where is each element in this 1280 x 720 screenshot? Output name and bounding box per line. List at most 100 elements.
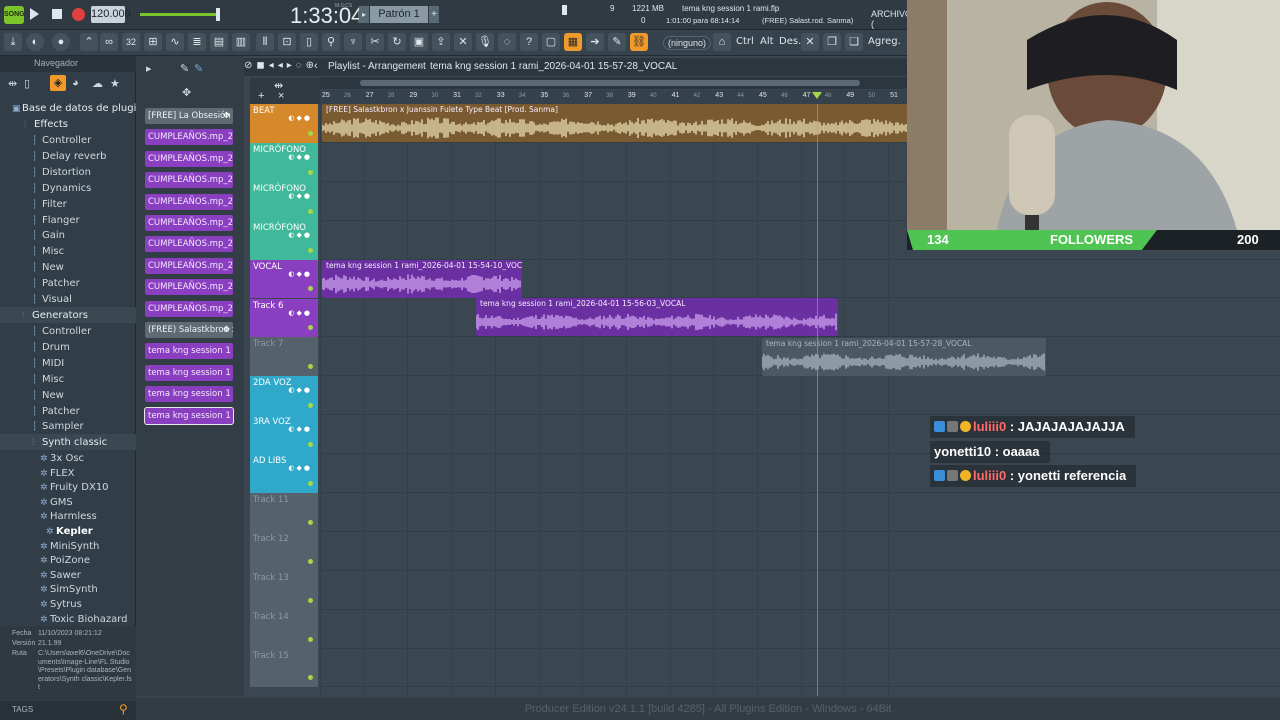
synth-plugin-item[interactable]: ✲ Sawer (40, 568, 81, 583)
generators-folder[interactable]: ⫶ Generators (22, 308, 88, 323)
hat-icon[interactable]: ⌂ (713, 33, 731, 51)
track-active-icon[interactable] (308, 208, 313, 214)
save-icon[interactable]: ▣ (410, 33, 428, 51)
track-header[interactable]: BEAT ◐◆● (250, 104, 318, 143)
track-lane[interactable] (250, 493, 1280, 532)
track-header[interactable]: VOCAL ◐◆● (250, 259, 318, 299)
file-icon[interactable]: ▯ (300, 33, 318, 51)
clip-source-item[interactable]: CUMPLEAÑOS.mp_2026-0.. (145, 129, 233, 146)
vocal-clip-1[interactable]: tema kng session 1 rami_2026-04-01 15-54… (322, 260, 522, 298)
synth-plugin-item[interactable]: ✲ Harmless (40, 509, 97, 524)
generator-category-item[interactable]: ┆ Misc (32, 372, 64, 387)
copy-icon[interactable]: ❐ (823, 33, 841, 51)
file-menu[interactable]: ARCHIVO ( (871, 9, 912, 29)
track-header[interactable]: AD LIBS ◐◆● (250, 454, 318, 493)
track-header[interactable]: Track 14 (250, 609, 318, 649)
track-controls-icon[interactable]: ◐◆● (288, 231, 312, 239)
track-header[interactable]: MICRÓFONO ◐◆● (250, 181, 318, 221)
play-menu-icon[interactable]: ▸ (146, 62, 152, 75)
synth-plugin-item[interactable]: ✲ MiniSynth (40, 539, 99, 554)
effect-category-item[interactable]: ┆ Dynamics (32, 181, 91, 196)
star-icon[interactable]: ★ (110, 77, 120, 90)
track-active-icon[interactable] (308, 480, 313, 486)
track-lane[interactable] (250, 532, 1280, 571)
paste-icon[interactable]: ❏ (845, 33, 863, 51)
plugin-icon[interactable]: ⊡ (278, 33, 296, 51)
synth-plugin-item[interactable]: ✲ Sytrus (40, 597, 82, 612)
track-active-icon[interactable] (308, 675, 313, 681)
synth-plugin-item[interactable]: ✲ FLEX (40, 466, 75, 481)
effect-category-item[interactable]: ┆ New (32, 260, 64, 275)
track-lane[interactable] (250, 610, 1280, 649)
clip-source-item[interactable]: tema kng session 1 rami.. (145, 364, 233, 381)
mixer-icon[interactable]: ⫴ (256, 33, 274, 51)
track-active-icon[interactable] (308, 558, 313, 564)
track-header[interactable]: 2DA VOZ ◐◆● (250, 376, 318, 416)
generator-category-item[interactable]: ┆ Drum (32, 340, 70, 355)
loop-icon[interactable]: ∞ (100, 33, 118, 51)
beat-clip[interactable]: [FREE] Salastkbron x Juanssin Fulete Typ… (322, 104, 910, 142)
synth-classic-folder[interactable]: ⫶ Synth classic (32, 435, 107, 450)
move-handle-icon[interactable]: ✥ (223, 108, 230, 124)
synth-plugin-item[interactable]: ✲ GMS (40, 495, 73, 510)
piano-roll-icon[interactable]: ▤ (210, 33, 228, 51)
mic-icon[interactable]: 🎙 (476, 33, 494, 51)
vocal-clip-2[interactable]: tema kng session 1 rami_2026-04-01 15-56… (476, 298, 838, 336)
arrow-right-icon[interactable]: ➔ (586, 33, 604, 51)
plugin-database[interactable]: ▣Base de datos de plugins (12, 101, 148, 116)
track-active-icon[interactable] (308, 442, 313, 448)
wave-icon[interactable]: ⌃ (80, 33, 98, 51)
effect-category-item[interactable]: ┆ Distortion (32, 165, 91, 180)
effect-category-item[interactable]: ┆ Flanger (32, 213, 80, 228)
browser-icon[interactable]: ⚲ (322, 33, 340, 51)
tools-icon[interactable]: ✕ (454, 33, 472, 51)
track-header[interactable]: Track 12 (250, 531, 318, 571)
track-controls-icon[interactable]: ◐◆● (288, 114, 312, 122)
track-header[interactable]: Track 6 ◐◆● (250, 298, 318, 338)
remove-icon[interactable]: × (278, 90, 284, 102)
generator-category-item[interactable]: ┆ Patcher (32, 404, 80, 419)
refresh-icon[interactable]: ↻ (388, 33, 406, 51)
pattern-prev-icon[interactable]: ▸ (359, 6, 369, 23)
master-volume-slider[interactable] (140, 13, 220, 16)
link-icon[interactable]: ⛓ (630, 33, 648, 51)
help-icon[interactable]: ? (520, 33, 538, 51)
pattern-selector[interactable]: Patrón 1 (370, 6, 428, 23)
synth-plugin-item[interactable]: ✲ Toxic Biohazard (40, 612, 127, 627)
undo-button[interactable]: Des. (779, 36, 801, 47)
track-active-icon[interactable] (308, 130, 313, 136)
track-active-icon[interactable] (308, 636, 313, 642)
playlist-back-icon[interactable]: ‹ (314, 60, 318, 72)
clip-source-item[interactable]: tema kng session 1 rami.. (145, 386, 233, 403)
master-volume-handle[interactable] (216, 8, 220, 21)
track-controls-icon[interactable]: ◐◆● (288, 153, 312, 161)
search-icon[interactable]: ⚲ (119, 702, 128, 716)
track-active-icon[interactable] (308, 286, 313, 292)
track-controls-icon[interactable]: ◐◆● (288, 309, 312, 317)
synth-plugin-item[interactable]: ✲ 3x Osc (40, 451, 84, 466)
alt-button[interactable]: Alt (760, 36, 774, 47)
metronome-icon[interactable]: ◐ (26, 33, 44, 51)
clip-source-item[interactable]: CUMPLEAÑOS.mp_2026-0.. (145, 215, 233, 231)
effect-category-item[interactable]: ┆ Misc (32, 244, 64, 259)
track-header[interactable]: 3RA VOZ ◐◆● (250, 415, 318, 455)
synth-plugin-item[interactable]: ✲ SimSynth (40, 582, 98, 597)
track-header[interactable]: MICRÓFONO ◐◆● (250, 220, 318, 260)
synth-plugin-item[interactable]: ✲ Fruity DX10 (40, 480, 109, 495)
track-lane[interactable] (250, 376, 1280, 416)
track-active-icon[interactable] (308, 519, 313, 525)
track-header[interactable]: MICRÓFONO ◐◆● (250, 142, 318, 182)
hint-icon[interactable]: ▢ (542, 33, 560, 51)
clip-source-item[interactable]: CUMPLEAÑOS.mp_2026-0.. (145, 300, 233, 317)
chat-username[interactable]: yonetti10 (934, 444, 991, 459)
track-header[interactable]: Track 11 (250, 493, 318, 532)
time-display[interactable]: 1:33:04 (290, 3, 363, 29)
playlist-icon[interactable]: ≣ (188, 33, 206, 51)
add-pattern-icon[interactable]: ⊞ (144, 33, 162, 51)
fl-logo[interactable]: SONG (4, 6, 25, 24)
tempo-display[interactable]: 120.000 (91, 6, 131, 23)
pencil-tool-icon[interactable]: ✎ (180, 62, 189, 75)
clip-source-item[interactable]: CUMPLEAÑOS.mp_2026-0.. (145, 172, 233, 189)
chat-username[interactable]: luliii0 (973, 419, 1006, 434)
effect-category-item[interactable]: ┆ Visual (32, 292, 72, 307)
